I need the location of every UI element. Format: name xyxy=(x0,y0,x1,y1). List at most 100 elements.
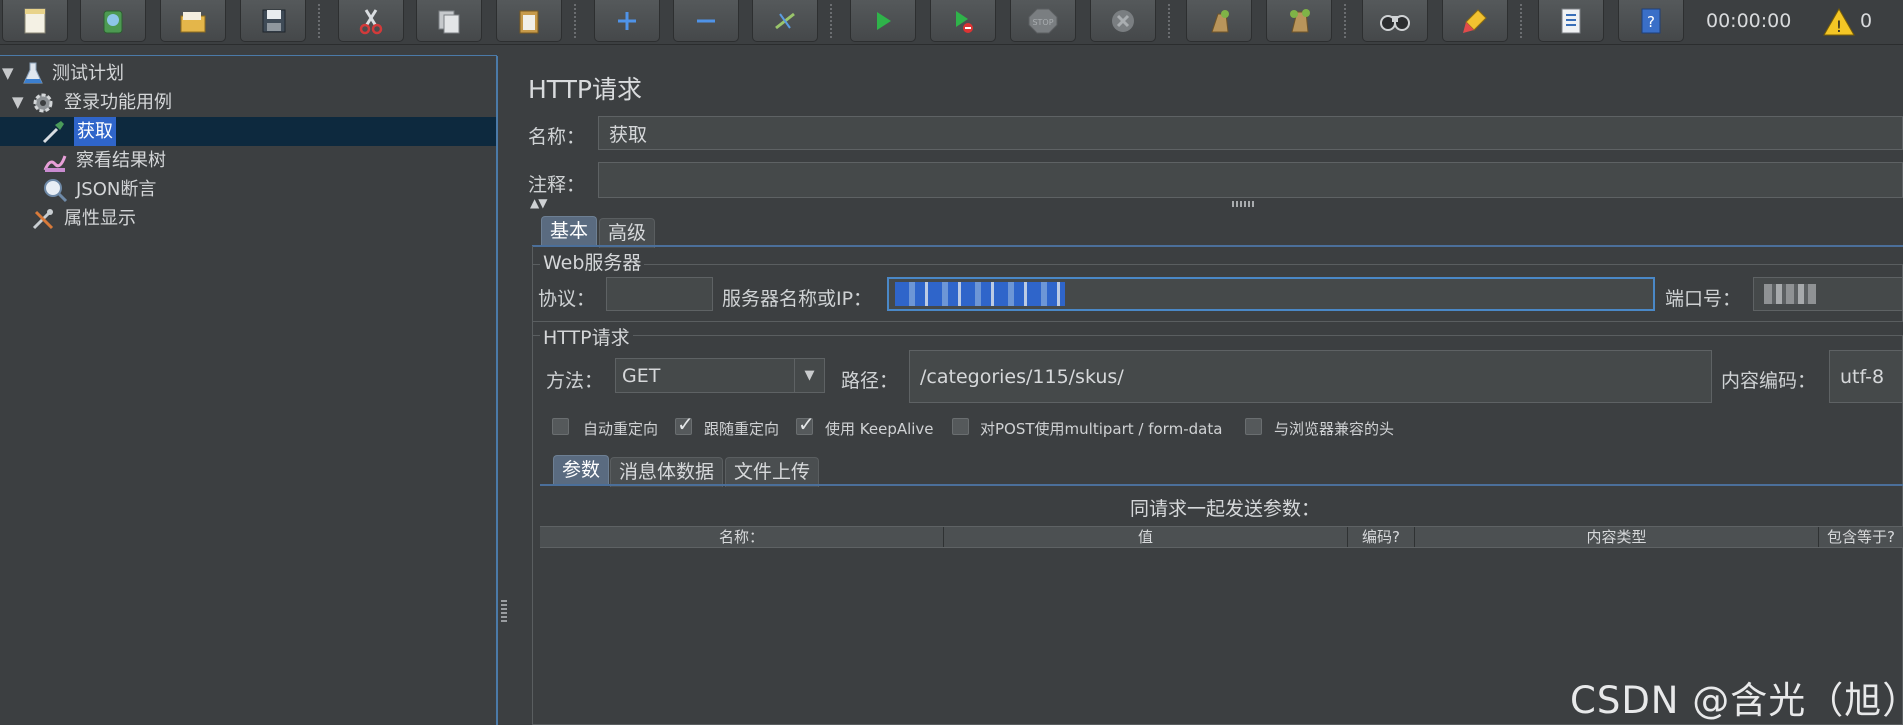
split-pane-divider[interactable] xyxy=(498,56,512,725)
toolbar-separator xyxy=(574,4,576,38)
toolbar-separator xyxy=(1168,4,1170,38)
tab-basic[interactable]: 基本 xyxy=(541,216,598,246)
splitter-grip-icon[interactable] xyxy=(501,600,507,622)
tree-item-test-plan[interactable]: ▼ 测试计划 xyxy=(0,59,496,88)
toolbar: STOP ? 00:00:00 ! 0 xyxy=(0,0,1903,45)
follow-redirect-checkbox[interactable]: ✓ xyxy=(675,412,694,436)
test-plan-tree: ▼ 测试计划 ▼ 登录功能用例 获取 察看结果树 JSON断言 属性显示 xyxy=(0,56,497,725)
path-label: 路径： xyxy=(841,370,899,392)
tab-advanced[interactable]: 高级 xyxy=(599,218,656,248)
shutdown-icon[interactable] xyxy=(1090,0,1156,42)
column-header-content-type[interactable]: 内容类型 xyxy=(1415,527,1819,547)
tab-underline xyxy=(532,245,1903,247)
toggle-icon[interactable] xyxy=(752,0,818,42)
clear-icon[interactable] xyxy=(1186,0,1252,42)
parameters-table-header: 名称： 值 编码? 内容类型 包含等于? xyxy=(540,526,1903,548)
expand-icon[interactable] xyxy=(594,0,660,42)
cut-icon[interactable] xyxy=(338,0,404,42)
copy-icon[interactable] xyxy=(416,0,482,42)
open-icon[interactable] xyxy=(160,0,226,42)
clear-all-icon[interactable] xyxy=(1266,0,1332,42)
server-input[interactable] xyxy=(887,277,1655,311)
stop-icon[interactable]: STOP xyxy=(1010,0,1076,42)
start-no-pauses-icon[interactable] xyxy=(930,0,996,42)
follow-redirect-label: 跟随重定向 xyxy=(704,420,780,438)
name-label: 名称： xyxy=(528,126,586,148)
tab-parameters[interactable]: 参数 xyxy=(553,455,610,485)
tree-item-thread-group[interactable]: ▼ 登录功能用例 xyxy=(0,88,496,117)
help-icon[interactable]: ? xyxy=(1618,0,1684,42)
protocol-label: 协议： xyxy=(538,288,596,310)
new-icon[interactable] xyxy=(2,0,68,42)
warning-icon[interactable]: ! xyxy=(1822,7,1856,41)
svg-text:!: ! xyxy=(1836,17,1842,36)
tab-body-data[interactable]: 消息体数据 xyxy=(610,457,724,487)
encoding-input[interactable]: utf-8 xyxy=(1829,350,1903,403)
collapse-toggle-icon[interactable]: ▲▼ xyxy=(530,196,547,210)
browser-headers-label: 与浏览器兼容的头 xyxy=(1274,420,1395,438)
function-helper-icon[interactable] xyxy=(1538,0,1604,42)
check-icon: ✓ xyxy=(677,412,694,436)
reset-search-icon[interactable] xyxy=(1442,0,1508,42)
column-header-name[interactable]: 名称： xyxy=(540,527,944,547)
test-plan-icon xyxy=(20,61,46,87)
path-input[interactable]: /categories/115/skus/ xyxy=(909,350,1712,403)
multipart-checkbox[interactable] xyxy=(952,418,969,435)
expand-arrow-icon[interactable]: ▼ xyxy=(2,59,14,88)
web-server-group-title: Web服务器 xyxy=(540,248,645,275)
tree-item-http-sampler[interactable]: 获取 xyxy=(0,117,496,146)
toolbar-separator xyxy=(1520,4,1522,38)
tree-item-property-display[interactable]: 属性显示 xyxy=(0,204,496,233)
port-label: 端口号： xyxy=(1665,288,1742,310)
collapse-icon[interactable] xyxy=(673,0,739,42)
parameters-caption: 同请求一起发送参数： xyxy=(1130,498,1321,520)
encoding-value: utf-8 xyxy=(1840,365,1885,388)
pipette-icon xyxy=(40,119,66,145)
gear-icon xyxy=(30,90,56,116)
method-select[interactable]: GET ▼ xyxy=(615,358,825,393)
search-icon[interactable] xyxy=(1362,0,1428,42)
svg-text:?: ? xyxy=(1647,13,1655,31)
method-value: GET xyxy=(622,365,661,387)
server-label: 服务器名称或IP： xyxy=(722,288,873,310)
encoding-label: 内容编码： xyxy=(1721,370,1817,392)
tab-file-upload[interactable]: 文件上传 xyxy=(725,457,820,487)
port-input[interactable] xyxy=(1753,277,1903,311)
auto-redirect-checkbox[interactable] xyxy=(552,418,569,435)
result-tree-icon xyxy=(42,148,68,174)
paste-icon[interactable] xyxy=(496,0,562,42)
templates-icon[interactable] xyxy=(80,0,146,42)
column-header-encode[interactable]: 编码? xyxy=(1348,527,1415,547)
start-icon[interactable] xyxy=(850,0,916,42)
sub-tab-underline xyxy=(540,484,1903,486)
watermark: CSDN @含光（旭） xyxy=(1570,679,1903,722)
browser-headers-checkbox[interactable] xyxy=(1245,418,1262,435)
column-header-include-equals[interactable]: 包含等于? xyxy=(1819,527,1903,547)
comment-label: 注释： xyxy=(528,174,586,196)
auto-redirect-label: 自动重定向 xyxy=(583,420,659,438)
name-input[interactable]: 获取 xyxy=(598,116,1903,150)
toolbar-separator xyxy=(1344,4,1346,38)
panel-title: HTTP请求 xyxy=(528,75,642,104)
svg-text:STOP: STOP xyxy=(1032,18,1053,27)
tree-item-result-tree[interactable]: 察看结果树 xyxy=(0,146,496,175)
resize-grip-icon[interactable] xyxy=(1232,201,1254,207)
toolbar-separator xyxy=(318,4,320,38)
warning-count: 0 xyxy=(1860,10,1873,32)
tree-item-json-assertion[interactable]: JSON断言 xyxy=(0,175,496,204)
save-icon[interactable] xyxy=(240,0,306,42)
method-label: 方法： xyxy=(546,370,604,392)
protocol-input[interactable] xyxy=(606,277,713,311)
toolbar-separator xyxy=(830,4,832,38)
chevron-down-icon[interactable]: ▼ xyxy=(794,359,824,392)
keepalive-checkbox[interactable]: ✓ xyxy=(796,412,815,436)
expand-arrow-icon[interactable]: ▼ xyxy=(12,88,24,117)
tools-icon xyxy=(30,206,56,232)
comment-input[interactable] xyxy=(598,162,1903,198)
column-header-value[interactable]: 值 xyxy=(944,527,1348,547)
magnifier-icon xyxy=(42,177,68,203)
server-value-redacted xyxy=(895,282,1065,306)
keepalive-label: 使用 KeepAlive xyxy=(825,420,934,438)
name-value: 获取 xyxy=(609,123,648,146)
port-value-redacted xyxy=(1764,284,1816,304)
